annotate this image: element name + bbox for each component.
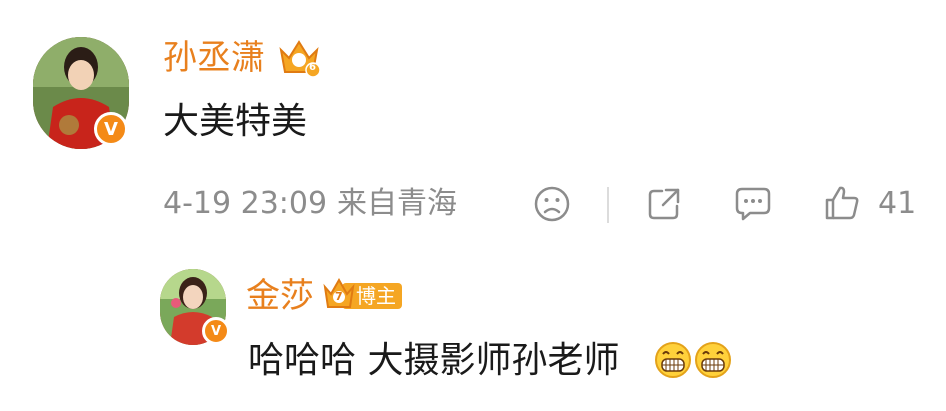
comment-timestamp: 4-19 23:09 (163, 186, 328, 221)
grin-emoji-icon (654, 341, 692, 379)
reply-level-number: 7 (335, 290, 343, 303)
reply-username[interactable]: 金莎 (246, 276, 314, 316)
reply-item: V 金莎 博主 7 哈哈哈 大摄影师孙老师 (0, 255, 946, 411)
reply-text: 哈哈哈 大摄影师孙老师 (248, 340, 620, 381)
comment-username[interactable]: 孙丞潇 (163, 38, 265, 78)
like-count: 41 (878, 186, 917, 221)
crown-icon: 7 (322, 277, 356, 313)
comment-source: 来自青海 (337, 186, 457, 221)
reply-badge: 博主 7 (322, 275, 404, 315)
comment-item: V 孙丞潇 6 大美特美 4-19 23:09 来自青海 41 (0, 0, 946, 235)
verified-badge-icon: V (94, 112, 128, 146)
level-number: 6 (309, 62, 316, 73)
comment-icon[interactable] (734, 186, 772, 222)
reply-verified-badge-icon: V (202, 317, 230, 345)
action-divider (607, 187, 609, 223)
like-icon[interactable] (823, 184, 861, 222)
crown-icon: 6 (277, 36, 321, 78)
sad-face-icon[interactable] (533, 185, 571, 223)
comment-text: 大美特美 (163, 101, 308, 142)
grin-emoji-icon (694, 341, 732, 379)
share-icon[interactable] (646, 186, 682, 222)
